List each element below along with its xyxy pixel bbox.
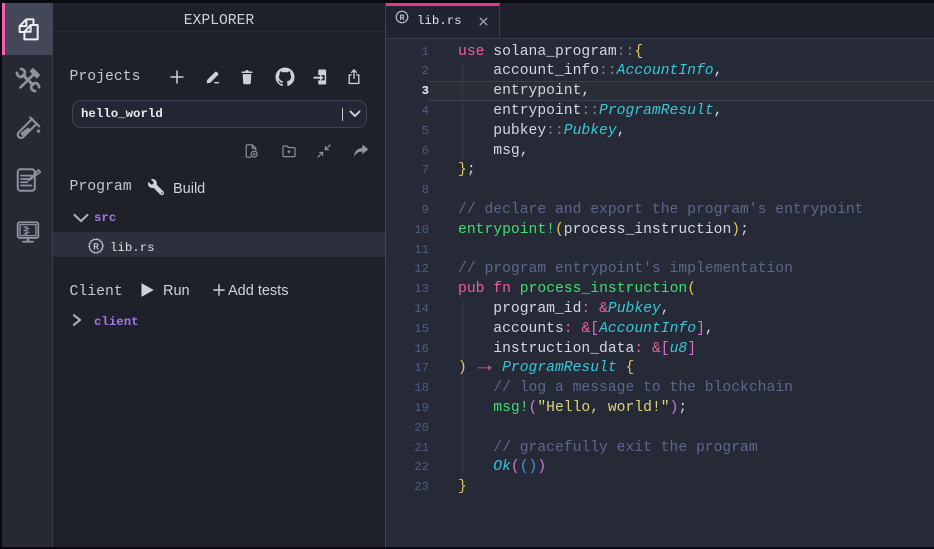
svg-text:R: R bbox=[93, 243, 99, 254]
svg-text:R: R bbox=[400, 13, 406, 23]
